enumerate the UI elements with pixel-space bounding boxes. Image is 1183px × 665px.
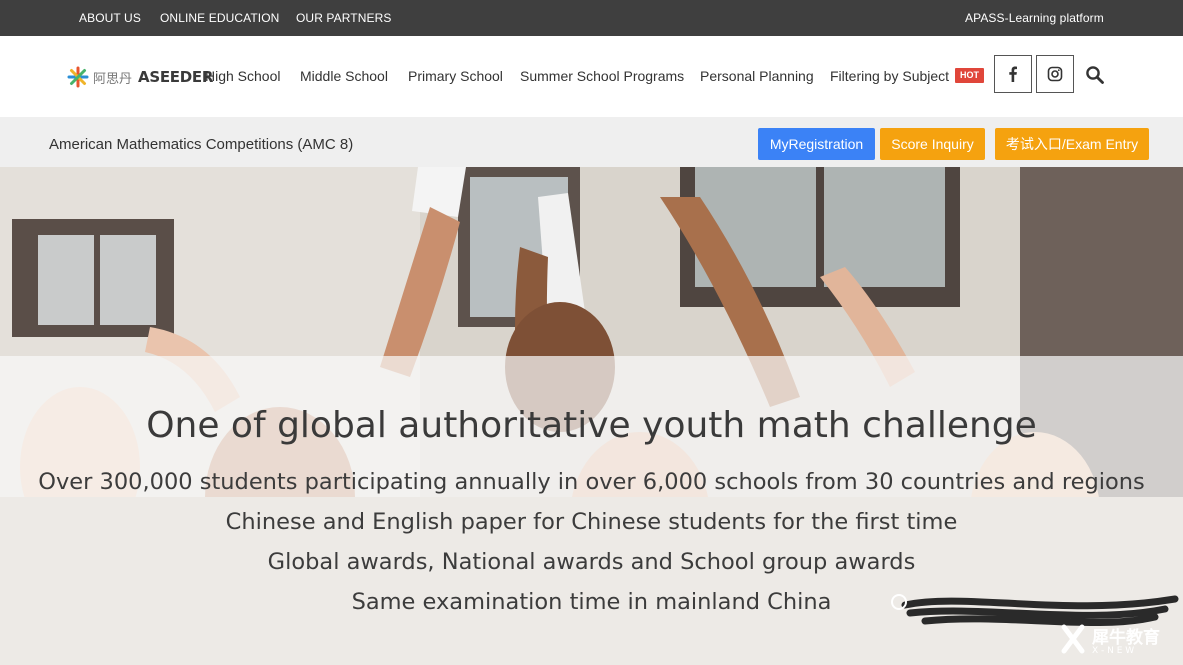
competition-subheader: American Mathematics Competitions (AMC 8… <box>0 117 1183 167</box>
instagram-button[interactable] <box>1036 55 1074 93</box>
nav-item-filtering-by-subject[interactable]: Filtering by Subject <box>830 68 949 84</box>
hero-line-participation: Over 300,000 students participating annu… <box>38 469 1145 495</box>
nav-item-summer-school[interactable]: Summer School Programs <box>520 68 684 84</box>
exam-entry-button[interactable]: 考试入口/Exam Entry <box>995 128 1149 160</box>
main-nav: 阿思丹 ASEEDER High School Middle School Pr… <box>0 36 1183 117</box>
watermark-logo: 犀牛教育 X - N E W <box>1060 621 1178 661</box>
hero-banner: One of global authoritative youth math c… <box>0 167 1183 665</box>
watermark-subtext: X - N E W <box>1092 646 1135 656</box>
facebook-icon <box>1009 66 1017 82</box>
facebook-button[interactable] <box>994 55 1032 93</box>
nav-item-personal-planning[interactable]: Personal Planning <box>700 68 814 84</box>
hot-badge: HOT <box>955 68 984 83</box>
nav-item-primary-school[interactable]: Primary School <box>408 68 503 84</box>
score-inquiry-button[interactable]: Score Inquiry <box>880 128 985 160</box>
top-link-apass-platform[interactable]: APASS-Learning platform <box>965 11 1104 25</box>
top-link-about-us[interactable]: ABOUT US <box>79 11 141 25</box>
site-logo[interactable]: 阿思丹 ASEEDER <box>66 62 213 92</box>
top-link-our-partners[interactable]: OUR PARTNERS <box>296 11 391 25</box>
logo-chinese-text: 阿思丹 <box>93 71 133 87</box>
nav-item-middle-school[interactable]: Middle School <box>300 68 388 84</box>
logo-star-icon <box>67 66 89 88</box>
instagram-icon <box>1047 66 1063 82</box>
top-utility-bar: ABOUT US ONLINE EDUCATION OUR PARTNERS A… <box>0 0 1183 36</box>
hero-headline: One of global authoritative youth math c… <box>146 405 1037 446</box>
watermark-text: 犀牛教育 <box>1092 628 1160 648</box>
hero-line-awards: Global awards, National awards and Schoo… <box>267 549 916 575</box>
search-icon[interactable] <box>1085 65 1105 85</box>
logo-english-text: ASEEDER <box>138 68 214 86</box>
nav-item-high-school[interactable]: High School <box>205 68 281 84</box>
my-registration-button[interactable]: MyRegistration <box>758 128 875 160</box>
top-link-online-education[interactable]: ONLINE EDUCATION <box>160 11 279 25</box>
page-title: American Mathematics Competitions (AMC 8… <box>49 136 354 153</box>
hero-line-bilingual-paper: Chinese and English paper for Chinese st… <box>225 509 958 535</box>
